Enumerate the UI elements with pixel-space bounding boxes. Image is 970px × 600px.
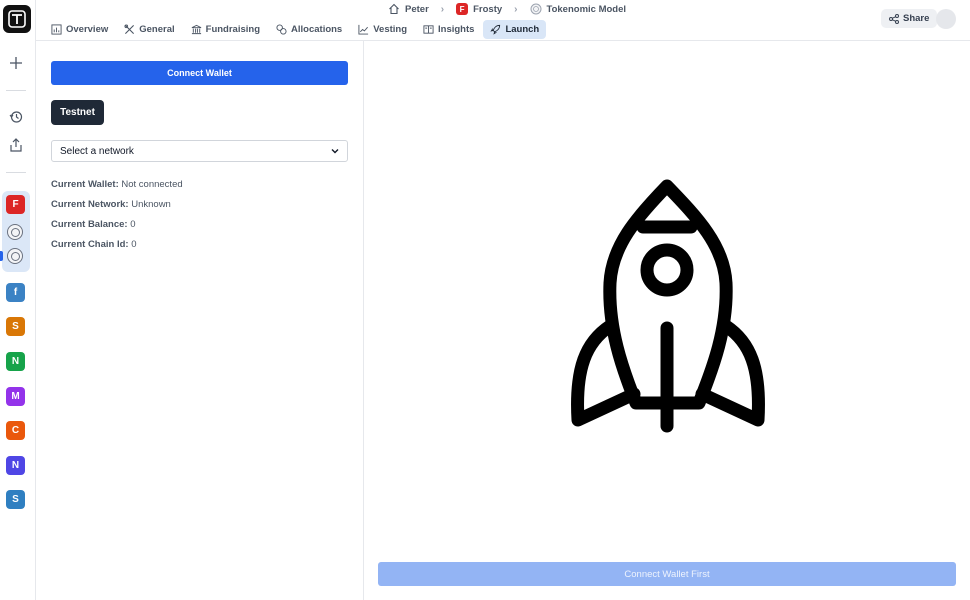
- active-indicator: [0, 251, 3, 261]
- testnet-label: Testnet: [60, 107, 95, 118]
- tab-bar: Overview General Fundraising Allocations…: [44, 20, 547, 39]
- rail-divider: [6, 90, 26, 91]
- chevron-right-icon: ›: [440, 3, 445, 15]
- home-icon: [389, 3, 399, 15]
- share-button[interactable]: Share: [881, 9, 938, 28]
- tab-vesting[interactable]: Vesting: [351, 20, 414, 39]
- wallet-info-row: Current Wallet: Not connected: [51, 179, 183, 190]
- history-button[interactable]: [6, 107, 26, 127]
- info-value: 0: [131, 239, 137, 250]
- launch-button[interactable]: Connect Wallet First: [378, 562, 956, 586]
- tab-label: Fundraising: [205, 24, 261, 35]
- breadcrumb-label: Tokenomic Model: [546, 3, 627, 15]
- info-key: Current Balance:: [51, 219, 128, 230]
- info-value: Not connected: [121, 179, 183, 190]
- project-badge: F: [456, 3, 469, 15]
- tab-general[interactable]: General: [117, 20, 181, 39]
- breadcrumb-project[interactable]: F Frosty: [456, 3, 502, 15]
- add-project-button[interactable]: [6, 53, 26, 73]
- info-value: Unknown: [131, 199, 171, 210]
- network-select-value: Select a network: [60, 145, 134, 157]
- upload-icon: [10, 138, 22, 152]
- breadcrumb-label: Peter: [405, 3, 429, 15]
- breadcrumb-home[interactable]: Peter: [388, 3, 429, 15]
- chain-info-row: Current Chain Id: 0: [51, 239, 137, 250]
- panel-divider: [363, 41, 364, 600]
- left-rail: F f S N M C N S: [0, 0, 36, 600]
- tab-label: Allocations: [291, 24, 343, 35]
- project-m[interactable]: M: [6, 387, 25, 406]
- chevron-down-icon: [331, 149, 339, 154]
- top-bar: Peter › F Frosty › Tokenomic Model Overv…: [36, 0, 970, 41]
- rail-divider: [6, 172, 26, 173]
- rocket-icon: [571, 179, 765, 433]
- avatar[interactable]: [936, 9, 956, 29]
- export-button[interactable]: [6, 135, 26, 155]
- project-frosty[interactable]: F: [6, 195, 25, 214]
- project-c[interactable]: C: [6, 421, 25, 440]
- tab-label: Vesting: [373, 24, 408, 35]
- book-icon: [423, 25, 434, 34]
- project-f[interactable]: f: [6, 283, 25, 302]
- bank-icon: [191, 24, 201, 35]
- connect-wallet-button[interactable]: Connect Wallet: [51, 61, 348, 85]
- coins-icon: [276, 24, 287, 35]
- connect-wallet-label: Connect Wallet: [167, 68, 232, 78]
- plus-icon: [10, 57, 22, 69]
- balance-info-row: Current Balance: 0: [51, 219, 136, 230]
- share-label: Share: [903, 13, 930, 24]
- coin-icon: [530, 3, 541, 15]
- info-key: Current Wallet:: [51, 179, 119, 190]
- info-key: Current Chain Id:: [51, 239, 129, 250]
- launch-button-label: Connect Wallet First: [624, 568, 710, 580]
- breadcrumb-model[interactable]: Tokenomic Model: [530, 3, 627, 15]
- rocket-icon: [490, 24, 501, 35]
- tab-label: Overview: [66, 24, 109, 35]
- logo-icon: [8, 10, 26, 28]
- project-n[interactable]: N: [6, 352, 25, 371]
- model-coin-icon[interactable]: [7, 248, 23, 264]
- project-s2[interactable]: S: [6, 490, 25, 509]
- breadcrumb-label: Frosty: [473, 3, 503, 15]
- tab-label: Insights: [438, 24, 475, 35]
- tab-overview[interactable]: Overview: [44, 20, 115, 39]
- tab-fundraising[interactable]: Fundraising: [184, 20, 267, 39]
- project-n2[interactable]: N: [6, 456, 25, 475]
- breadcrumb: Peter › F Frosty › Tokenomic Model: [388, 3, 626, 15]
- chart-icon: [51, 24, 62, 35]
- history-icon: [9, 111, 23, 123]
- share-icon: [889, 13, 899, 24]
- tab-launch[interactable]: Launch: [483, 20, 547, 39]
- tab-insights[interactable]: Insights: [416, 20, 481, 39]
- app-logo[interactable]: [3, 5, 31, 33]
- info-key: Current Network:: [51, 199, 129, 210]
- chevron-right-icon: ›: [514, 3, 518, 15]
- tab-label: Launch: [505, 24, 540, 35]
- trend-icon: [358, 24, 369, 35]
- model-coin-icon[interactable]: [7, 224, 23, 240]
- tab-allocations[interactable]: Allocations: [269, 20, 349, 39]
- testnet-button[interactable]: Testnet: [51, 100, 104, 125]
- tools-icon: [124, 24, 135, 35]
- project-s[interactable]: S: [6, 317, 25, 336]
- tab-label: General: [139, 24, 175, 35]
- network-select[interactable]: Select a network: [51, 140, 348, 162]
- info-value: 0: [130, 219, 136, 230]
- network-info-row: Current Network: Unknown: [51, 199, 171, 210]
